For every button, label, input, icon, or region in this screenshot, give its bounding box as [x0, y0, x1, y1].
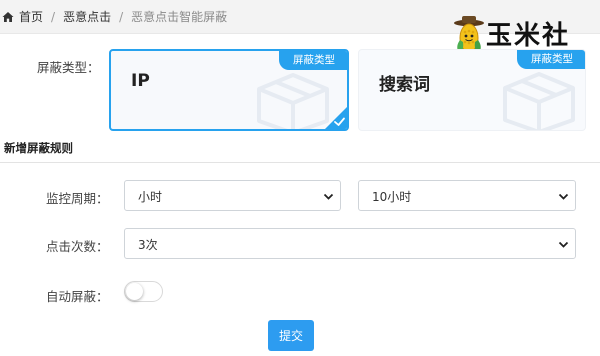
- new-rule-section-title: 新增屏蔽规则: [4, 141, 73, 155]
- monitor-period-unit-value: 小时: [138, 190, 163, 204]
- block-type-ip-name: IP: [131, 71, 150, 91]
- monitor-period-duration-value: 10小时: [372, 190, 412, 204]
- block-type-search-term-card[interactable]: 搜索词 屏蔽类型: [358, 49, 586, 131]
- section-divider: [0, 162, 600, 163]
- chevron-down-icon: [558, 193, 569, 200]
- monitor-period-unit-select[interactable]: 小时: [124, 180, 341, 211]
- home-icon: [2, 12, 14, 22]
- block-type-ip-card[interactable]: IP 屏蔽类型: [109, 49, 349, 131]
- breadcrumb-separator: /: [119, 10, 124, 24]
- auto-block-toggle[interactable]: [124, 281, 163, 302]
- click-count-value: 3次: [138, 238, 158, 252]
- breadcrumb-home-link[interactable]: 首页: [19, 9, 43, 25]
- cube-icon: [257, 73, 329, 129]
- submit-button[interactable]: 提交: [268, 320, 314, 351]
- chevron-down-icon: [558, 241, 569, 248]
- check-icon: [325, 107, 347, 129]
- block-type-search-term-badge: 屏蔽类型: [517, 50, 585, 69]
- block-type-search-term-name: 搜索词: [379, 75, 430, 95]
- click-count-label: 点击次数：: [46, 239, 109, 254]
- auto-block-label: 自动屏蔽：: [46, 289, 109, 304]
- cube-icon: [503, 72, 575, 130]
- logo-text: 玉米社: [486, 21, 571, 51]
- block-type-ip-badge: 屏蔽类型: [279, 51, 347, 70]
- breadcrumb-current: 恶意点击智能屏蔽: [131, 10, 228, 24]
- chevron-down-icon: [323, 193, 334, 200]
- click-count-select[interactable]: 3次: [124, 228, 576, 259]
- breadcrumb-malicious-click-link[interactable]: 恶意点击: [63, 9, 111, 25]
- breadcrumb: 首页 / 恶意点击 / 恶意点击智能屏蔽: [2, 9, 227, 25]
- breadcrumb-separator: /: [51, 10, 56, 24]
- monitor-period-duration-select[interactable]: 10小时: [358, 180, 576, 211]
- toggle-knob: [126, 283, 143, 300]
- monitor-period-label: 监控周期：: [46, 191, 109, 206]
- block-type-label: 屏蔽类型：: [37, 60, 100, 75]
